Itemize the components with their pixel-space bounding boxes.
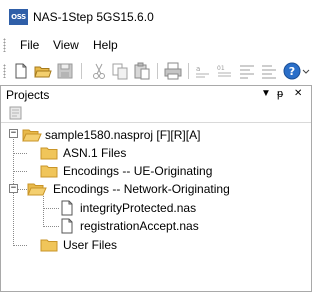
- folder-icon: [40, 147, 58, 160]
- new-file-icon[interactable]: [11, 61, 31, 81]
- print-icon[interactable]: [163, 61, 183, 81]
- projects-pane-toolbar: [0, 103, 312, 123]
- folder-icon: [40, 239, 58, 252]
- document-icon: [61, 218, 73, 234]
- network-originating-collapse-toggle[interactable]: −: [9, 184, 18, 193]
- menu-grip-handle[interactable]: [3, 38, 6, 52]
- toolbar: a 01 ?: [0, 57, 312, 85]
- tree-connector: [13, 153, 27, 154]
- toolbar-separator: [157, 63, 158, 79]
- folder-icon: [40, 165, 58, 178]
- svg-text:01: 01: [217, 65, 225, 72]
- menu-view[interactable]: View: [53, 38, 79, 52]
- toolbar-separator: [188, 63, 189, 79]
- tree-file-label: registrationAccept.nas: [80, 219, 199, 233]
- pane-close-icon[interactable]: ✕: [294, 88, 302, 99]
- projects-pane-title: Projects: [6, 88, 50, 102]
- tree-connector: [13, 171, 27, 172]
- root-collapse-toggle[interactable]: −: [9, 129, 18, 138]
- paste-icon[interactable]: [132, 61, 152, 81]
- svg-text:a: a: [196, 65, 200, 73]
- menu-help[interactable]: Help: [93, 38, 118, 52]
- pane-dropdown-icon[interactable]: ▼: [261, 88, 271, 99]
- svg-text:?: ?: [289, 65, 295, 78]
- window-title: NAS-1Step 5GS15.6.0: [33, 10, 154, 24]
- format-icon[interactable]: [237, 61, 257, 81]
- tree-connector: [43, 226, 59, 227]
- toolbar-overflow-icon[interactable]: [302, 61, 310, 81]
- copy-icon[interactable]: [110, 61, 130, 81]
- toolbar-separator: [81, 63, 82, 79]
- tree-connector: [18, 189, 27, 190]
- tree-file-label: integrityProtected.nas: [80, 201, 197, 215]
- project-tree: − sample1580.nasproj [F][R][A] ASN.1 Fil…: [0, 123, 312, 292]
- tree-root-label: sample1580.nasproj [F][R][A]: [45, 128, 201, 142]
- decode-icon[interactable]: 01: [215, 61, 235, 81]
- tree-connector: [43, 196, 44, 227]
- check-icon[interactable]: [259, 61, 279, 81]
- open-folder-icon[interactable]: [33, 61, 53, 81]
- tree-folder-label: User Files: [63, 238, 118, 252]
- projects-pane-header: Projects ▼ ᵽ ✕: [0, 85, 312, 103]
- toolbar-grip-handle[interactable]: [3, 64, 6, 78]
- cut-icon[interactable]: [89, 61, 109, 81]
- encode-icon[interactable]: a: [193, 61, 213, 81]
- tree-folder-label: Encodings -- UE-Originating: [63, 164, 213, 178]
- open-folder-icon: [27, 183, 47, 196]
- properties-icon[interactable]: [8, 105, 24, 121]
- menu-bar: File View Help: [0, 34, 312, 56]
- open-folder-icon: [22, 129, 42, 142]
- document-icon: [61, 200, 73, 216]
- app-logo-icon: OSS: [9, 9, 28, 25]
- menu-file[interactable]: File: [20, 38, 39, 52]
- tree-folder-label: ASN.1 Files: [63, 146, 127, 160]
- tree-connector: [43, 208, 59, 209]
- tree-connector: [13, 245, 27, 246]
- save-icon[interactable]: [55, 61, 75, 81]
- help-icon[interactable]: ?: [282, 61, 302, 81]
- title-bar: OSS NAS-1Step 5GS15.6.0: [0, 0, 312, 34]
- pane-pin-icon[interactable]: ᵽ: [277, 88, 283, 100]
- tree-folder-label: Encodings -- Network-Originating: [53, 182, 230, 196]
